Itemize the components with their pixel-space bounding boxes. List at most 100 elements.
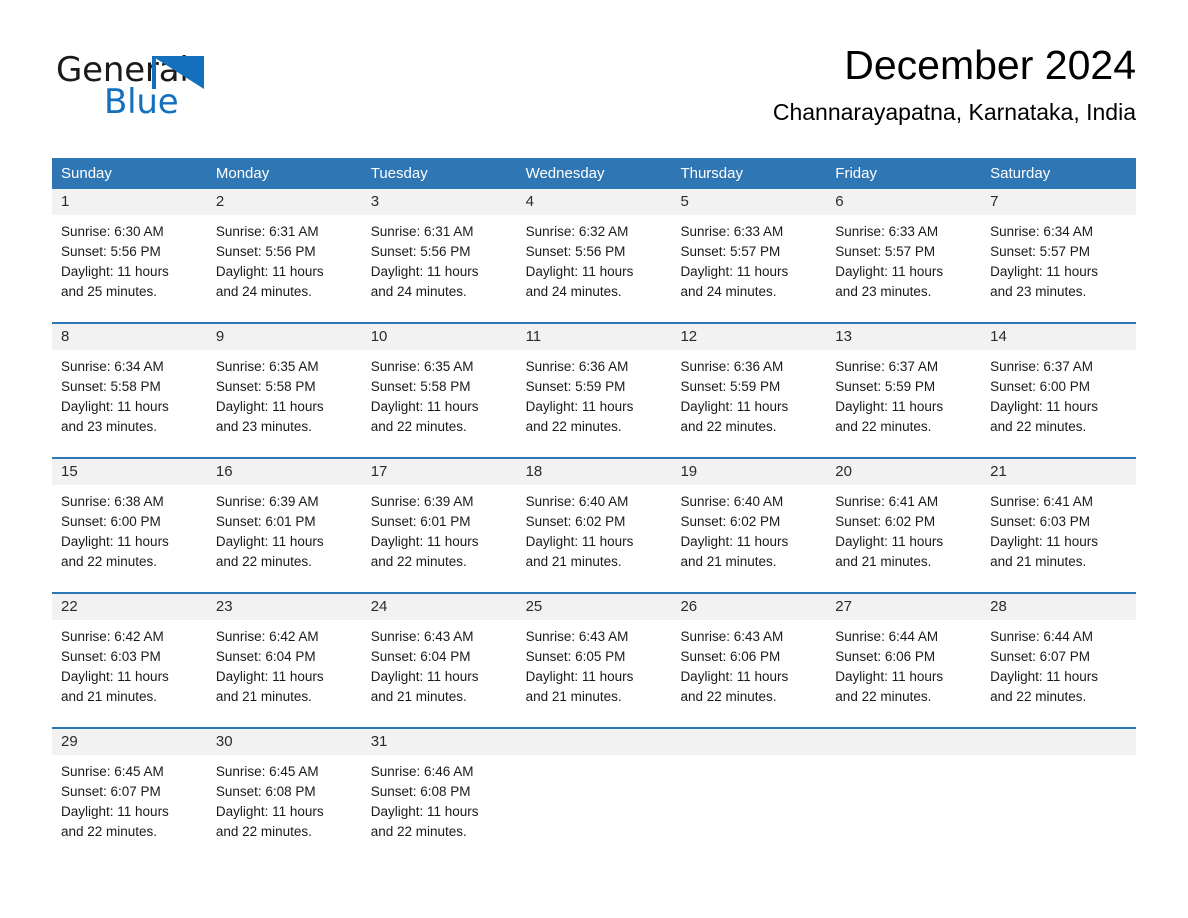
day-details: Sunrise: 6:44 AM Sunset: 6:07 PM Dayligh… [981,620,1136,707]
calendar-day-cell[interactable]: 7 Sunrise: 6:34 AM Sunset: 5:57 PM Dayli… [981,189,1137,322]
daylight-text-line2: and 21 minutes. [835,554,932,569]
day-details: Sunrise: 6:32 AM Sunset: 5:56 PM Dayligh… [517,215,672,302]
daylight-text-line2: and 22 minutes. [680,689,777,704]
daylight-text-line2: and 21 minutes. [61,689,158,704]
sunset-text: Sunset: 5:59 PM [680,379,781,394]
day-number-band: 7 [981,189,1137,215]
day-number: 4 [525,193,534,210]
sunset-text: Sunset: 6:08 PM [370,784,471,799]
sunset-text: Sunset: 6:08 PM [215,784,316,799]
calendar-day-cell[interactable]: 29 Sunrise: 6:45 AM Sunset: 6:07 PM Dayl… [52,729,207,847]
calendar-day-cell[interactable]: 2 Sunrise: 6:31 AM Sunset: 5:56 PM Dayli… [206,189,362,322]
sunrise-text: Sunrise: 6:38 AM [61,494,164,509]
calendar-day-cell[interactable]: 25 Sunrise: 6:43 AM Sunset: 6:05 PM Dayl… [516,594,672,727]
daylight-text-line1: Daylight: 11 hours [370,399,479,414]
day-details: Sunrise: 6:41 AM Sunset: 6:03 PM Dayligh… [981,485,1136,572]
day-number: 24 [370,598,388,615]
sunset-text: Sunset: 5:57 PM [680,244,781,259]
calendar-day-cell[interactable]: 10 Sunrise: 6:35 AM Sunset: 5:58 PM Dayl… [361,324,517,457]
calendar-day-cell[interactable]: 14 Sunrise: 6:37 AM Sunset: 6:00 PM Dayl… [981,324,1137,457]
sunrise-text: Sunrise: 6:39 AM [215,494,319,509]
sunrise-text: Sunrise: 6:40 AM [525,494,629,509]
calendar-day-cell[interactable]: 30 Sunrise: 6:45 AM Sunset: 6:08 PM Dayl… [206,729,362,847]
calendar-day-cell[interactable]: 28 Sunrise: 6:44 AM Sunset: 6:07 PM Dayl… [981,594,1137,727]
daylight-text-line1: Daylight: 11 hours [370,669,479,684]
daylight-text-line1: Daylight: 11 hours [680,264,789,279]
day-details [671,755,826,762]
calendar-day-cell-empty [826,729,982,847]
day-number: 11 [525,328,542,345]
day-details: Sunrise: 6:39 AM Sunset: 6:01 PM Dayligh… [362,485,517,572]
sunset-text: Sunset: 6:00 PM [61,514,161,529]
sunrise-text: Sunrise: 6:33 AM [680,224,784,239]
calendar-day-cell[interactable]: 17 Sunrise: 6:39 AM Sunset: 6:01 PM Dayl… [361,459,517,592]
day-details: Sunrise: 6:45 AM Sunset: 6:07 PM Dayligh… [52,755,207,842]
calendar-day-cell[interactable]: 19 Sunrise: 6:40 AM Sunset: 6:02 PM Dayl… [671,459,827,592]
calendar-day-cell[interactable]: 13 Sunrise: 6:37 AM Sunset: 5:59 PM Dayl… [826,324,982,457]
calendar-day-cell[interactable]: 12 Sunrise: 6:36 AM Sunset: 5:59 PM Dayl… [671,324,827,457]
sunrise-text: Sunrise: 6:39 AM [370,494,474,509]
day-details: Sunrise: 6:33 AM Sunset: 5:57 PM Dayligh… [671,215,826,302]
day-number: 6 [835,193,844,210]
day-number-band: 21 [981,459,1137,485]
calendar-day-cell[interactable]: 1 Sunrise: 6:30 AM Sunset: 5:56 PM Dayli… [52,189,207,322]
calendar-day-cell[interactable]: 15 Sunrise: 6:38 AM Sunset: 6:00 PM Dayl… [52,459,207,592]
daylight-text-line2: and 22 minutes. [835,689,932,704]
calendar-day-cell[interactable]: 6 Sunrise: 6:33 AM Sunset: 5:57 PM Dayli… [826,189,982,322]
daylight-text-line1: Daylight: 11 hours [215,534,324,549]
calendar-day-cell[interactable]: 24 Sunrise: 6:43 AM Sunset: 6:04 PM Dayl… [361,594,517,727]
calendar-day-cell[interactable]: 11 Sunrise: 6:36 AM Sunset: 5:59 PM Dayl… [516,324,672,457]
calendar-day-cell[interactable]: 31 Sunrise: 6:46 AM Sunset: 6:08 PM Dayl… [361,729,517,847]
day-details: Sunrise: 6:37 AM Sunset: 6:00 PM Dayligh… [981,350,1136,437]
calendar-day-cell[interactable]: 16 Sunrise: 6:39 AM Sunset: 6:01 PM Dayl… [206,459,362,592]
calendar-day-cell[interactable]: 27 Sunrise: 6:44 AM Sunset: 6:06 PM Dayl… [826,594,982,727]
calendar-day-cell[interactable]: 8 Sunrise: 6:34 AM Sunset: 5:58 PM Dayli… [52,324,207,457]
calendar-day-cell[interactable]: 4 Sunrise: 6:32 AM Sunset: 5:56 PM Dayli… [516,189,672,322]
day-details: Sunrise: 6:39 AM Sunset: 6:01 PM Dayligh… [207,485,362,572]
weekday-thursday: Thursday [680,165,743,182]
weekday-sunday: Sunday [61,165,112,182]
day-details: Sunrise: 6:44 AM Sunset: 6:06 PM Dayligh… [826,620,981,707]
generalblue-logo[interactable]: General Blue [56,50,316,130]
calendar-day-cell[interactable]: 3 Sunrise: 6:31 AM Sunset: 5:56 PM Dayli… [361,189,517,322]
sunset-text: Sunset: 6:02 PM [680,514,781,529]
daylight-text-line1: Daylight: 11 hours [835,399,944,414]
calendar-day-cell[interactable]: 22 Sunrise: 6:42 AM Sunset: 6:03 PM Dayl… [52,594,207,727]
day-number-band [981,729,1137,755]
day-number-band: 8 [52,324,207,350]
sunrise-text: Sunrise: 6:35 AM [215,359,319,374]
sunset-text: Sunset: 6:03 PM [990,514,1090,529]
calendar-day-cell[interactable]: 18 Sunrise: 6:40 AM Sunset: 6:02 PM Dayl… [516,459,672,592]
sunset-text: Sunset: 5:57 PM [990,244,1090,259]
calendar-day-cell[interactable]: 26 Sunrise: 6:43 AM Sunset: 6:06 PM Dayl… [671,594,827,727]
calendar-day-cell[interactable]: 21 Sunrise: 6:41 AM Sunset: 6:03 PM Dayl… [981,459,1137,592]
daylight-text-line1: Daylight: 11 hours [215,804,324,819]
daylight-text-line1: Daylight: 11 hours [835,669,944,684]
calendar-day-cell[interactable]: 9 Sunrise: 6:35 AM Sunset: 5:58 PM Dayli… [206,324,362,457]
sunrise-text: Sunrise: 6:46 AM [370,764,474,779]
sunrise-text: Sunrise: 6:31 AM [215,224,319,239]
sunset-text: Sunset: 5:56 PM [61,244,161,259]
day-number: 28 [990,598,1007,615]
day-details: Sunrise: 6:40 AM Sunset: 6:02 PM Dayligh… [517,485,672,572]
calendar-day-cell[interactable]: 5 Sunrise: 6:33 AM Sunset: 5:57 PM Dayli… [671,189,827,322]
daylight-text-line2: and 21 minutes. [215,689,312,704]
daylight-text-line2: and 24 minutes. [525,284,622,299]
day-number: 13 [835,328,852,345]
page-header: General Blue December 2024 Channarayapat… [56,40,1136,150]
sunset-text: Sunset: 6:03 PM [61,649,161,664]
day-number: 23 [215,598,233,615]
weekday-wednesday: Wednesday [525,165,605,182]
daylight-text-line2: and 23 minutes. [835,284,932,299]
daylight-text-line2: and 24 minutes. [370,284,467,299]
daylight-text-line2: and 23 minutes. [61,419,158,434]
day-details: Sunrise: 6:41 AM Sunset: 6:02 PM Dayligh… [826,485,981,572]
day-number-band: 29 [52,729,207,755]
daylight-text-line2: and 22 minutes. [990,419,1087,434]
daylight-text-line1: Daylight: 11 hours [525,399,634,414]
calendar-week-row: 22 Sunrise: 6:42 AM Sunset: 6:03 PM Dayl… [52,592,1137,727]
daylight-text-line1: Daylight: 11 hours [215,399,324,414]
calendar-day-cell[interactable]: 23 Sunrise: 6:42 AM Sunset: 6:04 PM Dayl… [206,594,362,727]
calendar-day-cell[interactable]: 20 Sunrise: 6:41 AM Sunset: 6:02 PM Dayl… [826,459,982,592]
day-details: Sunrise: 6:40 AM Sunset: 6:02 PM Dayligh… [671,485,826,572]
